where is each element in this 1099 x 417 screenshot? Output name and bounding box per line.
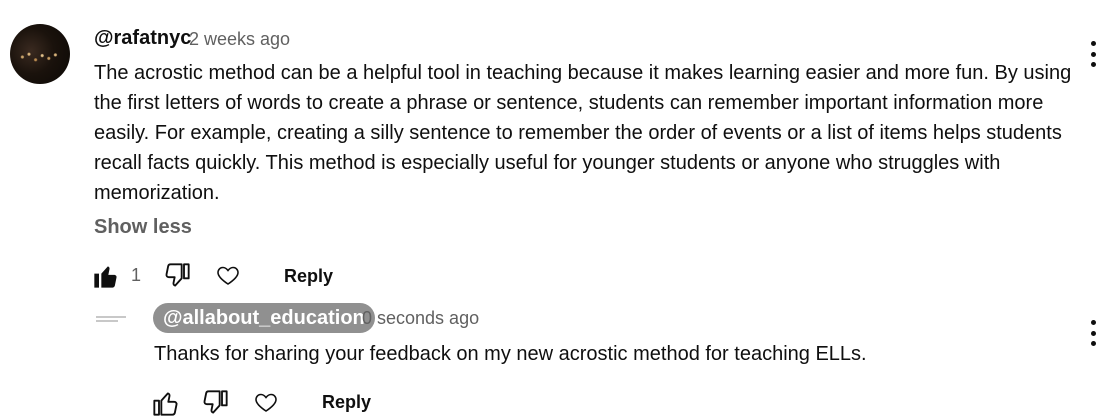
comment-author-handle[interactable]: @rafatnyc: [94, 27, 191, 50]
heart-icon: [217, 266, 239, 285]
reply-heart-button[interactable]: [253, 390, 279, 414]
avatar[interactable]: [10, 24, 70, 84]
reply-author-handle[interactable]: @allabout_education: [153, 303, 375, 333]
reply-dislike-button[interactable]: [200, 389, 230, 417]
comment-timestamp[interactable]: 2 weeks ago: [189, 29, 290, 50]
reply-text: Thanks for sharing your feedback on my n…: [154, 343, 867, 365]
reply-reply-button[interactable]: Reply: [322, 392, 371, 413]
like-button[interactable]: [91, 262, 121, 290]
thumbs-up-filled-icon: [94, 266, 117, 288]
thumbs-down-icon: [165, 263, 190, 287]
heart-button[interactable]: [215, 263, 241, 287]
avatar-image: [18, 50, 62, 64]
comment-text: The acrostic method can be a helpful too…: [94, 62, 1072, 204]
reply-more-options-icon[interactable]: [1090, 320, 1096, 346]
reply-like-button[interactable]: [151, 389, 181, 417]
reply-timestamp[interactable]: 0 seconds ago: [362, 308, 479, 329]
reply-avatar[interactable]: [96, 314, 126, 326]
like-count: 1: [131, 265, 142, 285]
show-less-button[interactable]: Show less: [94, 216, 192, 239]
thumbs-up-icon: [153, 392, 178, 416]
heart-icon: [255, 393, 277, 412]
more-options-icon[interactable]: [1090, 41, 1096, 67]
dislike-button[interactable]: [162, 262, 192, 290]
thumbs-down-icon: [203, 390, 228, 414]
reply-button[interactable]: Reply: [284, 266, 333, 287]
